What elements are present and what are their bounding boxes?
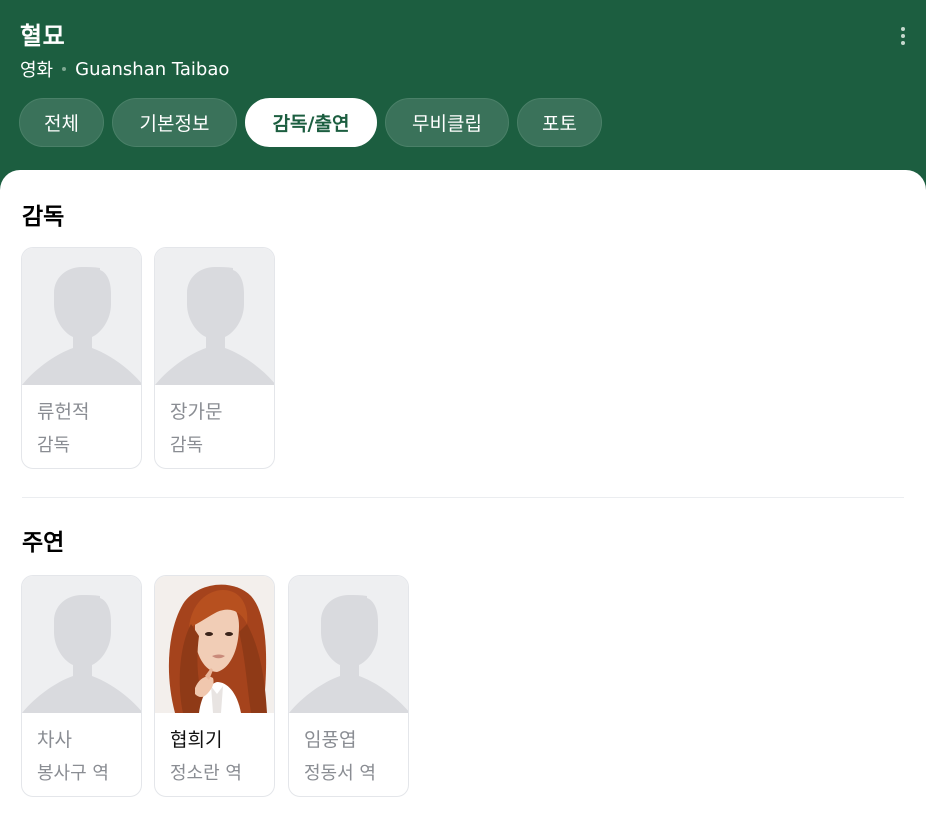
tab-all[interactable]: 전체 [19,98,104,147]
tab-director-cast[interactable]: 감독/출연 [245,98,377,147]
portrait-photo [155,576,274,713]
header: 혈묘 영화 Guanshan Taibao 전체 기본정보 감독/출연 무비클립… [0,0,926,190]
more-vertical-icon[interactable] [892,24,914,48]
person-card-director-2[interactable]: 장가문 감독 [154,247,275,469]
separator-dot [62,67,67,71]
person-role: 정동서 역 [304,763,376,784]
person-silhouette-icon [289,595,408,713]
tab-photos[interactable]: 포토 [517,98,602,147]
section-title-directors: 감독 [22,204,65,230]
section-divider [22,497,904,498]
person-silhouette-icon [22,267,141,385]
subtitle: 영화 Guanshan Taibao [20,56,229,82]
person-name: 장가문 [170,401,223,423]
person-card-cast-3[interactable]: 임풍엽 정동서 역 [288,575,409,797]
content-panel: 감독 류헌적 감독 장가문 감독 주연 차사 봉사구 역 협희기 정소란 역 임… [0,170,926,830]
tab-label: 전체 [44,113,79,135]
category-label: 영화 [20,60,54,81]
tab-label: 무비클립 [412,113,482,135]
avatar-placeholder [22,248,141,385]
tab-movie-clips[interactable]: 무비클립 [385,98,509,147]
original-title: Guanshan Taibao [75,58,230,80]
tab-label: 기본정보 [139,113,210,135]
person-name: 차사 [37,729,72,751]
person-card-cast-1[interactable]: 차사 봉사구 역 [21,575,142,797]
person-silhouette-icon [22,595,141,713]
person-card-director-1[interactable]: 류헌적 감독 [21,247,142,469]
avatar-placeholder [155,248,274,385]
tab-label: 포토 [542,113,577,135]
avatar-placeholder [289,576,408,713]
person-silhouette-icon [155,267,274,385]
person-role: 봉사구 역 [37,763,109,784]
person-name: 류헌적 [37,401,90,423]
person-role: 감독 [37,435,71,456]
person-role: 감독 [170,435,204,456]
portrait-image-icon [155,576,274,713]
person-name: 협희기 [170,729,223,751]
tab-label: 감독/출연 [272,113,350,135]
person-card-cast-2[interactable]: 협희기 정소란 역 [154,575,275,797]
page-title: 혈묘 [20,22,66,50]
tab-bar: 전체 기본정보 감독/출연 무비클립 포토 [19,98,610,147]
tab-basic-info[interactable]: 기본정보 [112,98,237,147]
person-role: 정소란 역 [170,763,242,784]
person-name: 임풍엽 [304,729,357,751]
section-title-cast: 주연 [22,530,65,556]
avatar-placeholder [22,576,141,713]
